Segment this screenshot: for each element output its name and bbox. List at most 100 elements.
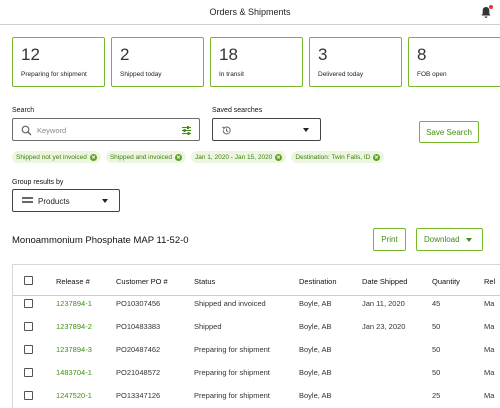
- download-button[interactable]: Download: [416, 228, 483, 251]
- search-input[interactable]: Keyword: [12, 118, 200, 141]
- summary-card-fob-open[interactable]: 8 FOB open: [408, 37, 500, 87]
- quantity: 50: [432, 322, 441, 331]
- group-by-value: Products: [38, 197, 70, 206]
- customer-po: PO20487462: [116, 345, 161, 354]
- remove-filter-icon[interactable]: [373, 153, 381, 161]
- destination: Boyle, AB: [299, 368, 332, 377]
- remove-filter-icon[interactable]: [89, 153, 97, 161]
- rel: Ma: [484, 345, 495, 354]
- card-count: 2: [120, 45, 130, 64]
- column-header[interactable]: Release #: [56, 277, 90, 286]
- top-bar: Orders & Shipments: [0, 0, 500, 25]
- filter-chip-label: Destination: Twin Falls, ID: [295, 153, 371, 161]
- quantity: 45: [432, 299, 441, 308]
- table-row[interactable]: 1483704-1 PO21048572 Preparing for shipm…: [13, 361, 500, 384]
- table-row[interactable]: 1237894-2 PO10483383 Shipped Boyle, AB J…: [13, 315, 500, 338]
- customer-po: PO10307456: [116, 299, 161, 308]
- column-header[interactable]: Quantity: [432, 277, 460, 286]
- select-all-checkbox[interactable]: [24, 276, 33, 285]
- card-count: 12: [21, 45, 40, 64]
- status: Shipped and invoiced: [194, 299, 266, 308]
- card-count: 3: [318, 45, 328, 64]
- search-label: Search: [12, 107, 35, 114]
- column-header[interactable]: Customer PO #: [116, 277, 168, 286]
- release-link[interactable]: 1237894-1: [56, 299, 92, 308]
- filter-chip-label: Shipped not yet invoiced: [16, 153, 87, 161]
- active-filters: Shipped not yet invoiced Shipped and inv…: [12, 151, 385, 163]
- product-title: Monoammonium Phosphate MAP 11-52-0: [12, 235, 189, 246]
- filter-chip[interactable]: Jan 1, 2020 - Jan 15, 2020: [191, 151, 287, 163]
- quantity: 25: [432, 391, 441, 400]
- summary-card-in-transit[interactable]: 18 In transit: [210, 37, 303, 87]
- remove-filter-icon[interactable]: [275, 153, 283, 161]
- chevron-down-icon: [303, 128, 309, 132]
- notifications-bell-icon[interactable]: [480, 5, 493, 19]
- filter-chip[interactable]: Shipped and invoiced: [105, 151, 186, 163]
- card-label: In transit: [219, 71, 244, 78]
- rel: Ma: [484, 322, 495, 331]
- column-header[interactable]: Rel: [484, 277, 495, 286]
- list-icon: [22, 197, 33, 206]
- search-icon: [21, 125, 32, 136]
- chevron-down-icon: [102, 199, 108, 203]
- table-row[interactable]: 1247520-1 PO13347126 Preparing for shipm…: [13, 384, 500, 407]
- table-row[interactable]: 1237894-1 PO10307456 Shipped and invoice…: [13, 292, 500, 315]
- filter-chip[interactable]: Destination: Twin Falls, ID: [291, 151, 385, 163]
- rel: Ma: [484, 391, 495, 400]
- card-count: 8: [417, 45, 427, 64]
- customer-po: PO10483383: [116, 322, 161, 331]
- shipments-table: Release # Customer PO # Status Destinati…: [12, 264, 500, 408]
- notification-badge: [489, 5, 493, 9]
- destination: Boyle, AB: [299, 391, 332, 400]
- filter-chip[interactable]: Shipped not yet invoiced: [12, 151, 101, 163]
- remove-filter-icon[interactable]: [175, 153, 182, 161]
- column-header[interactable]: Destination: [299, 277, 337, 286]
- summary-card-preparing[interactable]: 12 Preparing for shipment: [12, 37, 105, 87]
- card-label: Shipped today: [120, 71, 162, 78]
- row-checkbox[interactable]: [24, 345, 33, 354]
- row-checkbox[interactable]: [24, 322, 33, 331]
- chevron-down-icon: [466, 238, 472, 242]
- status: Preparing for shipment: [194, 345, 270, 354]
- save-search-button[interactable]: Save Search: [419, 121, 479, 143]
- column-header[interactable]: Date Shipped: [362, 277, 407, 286]
- summary-card-delivered-today[interactable]: 3 Delivered today: [309, 37, 402, 87]
- destination: Boyle, AB: [299, 322, 332, 331]
- page-title: Orders & Shipments: [209, 7, 291, 17]
- release-link[interactable]: 1247520-1: [56, 391, 92, 400]
- filter-chip-label: Jan 1, 2020 - Jan 15, 2020: [195, 153, 273, 161]
- row-checkbox[interactable]: [24, 391, 33, 400]
- destination: Boyle, AB: [299, 345, 332, 354]
- card-label: Preparing for shipment: [21, 71, 87, 78]
- print-button[interactable]: Print: [373, 228, 406, 251]
- date-shipped: Jan 11, 2020: [362, 299, 405, 308]
- row-checkbox[interactable]: [24, 368, 33, 377]
- customer-po: PO13347126: [116, 391, 161, 400]
- filter-sliders-icon[interactable]: [181, 125, 192, 136]
- rel: Ma: [484, 368, 495, 377]
- release-link[interactable]: 1237894-3: [56, 345, 92, 354]
- filter-chip-label: Shipped and invoiced: [109, 153, 172, 161]
- date-shipped: Jan 23, 2020: [362, 322, 406, 331]
- quantity: 50: [432, 345, 441, 354]
- row-checkbox[interactable]: [24, 299, 33, 308]
- summary-card-shipped-today[interactable]: 2 Shipped today: [111, 37, 204, 87]
- search-placeholder: Keyword: [37, 126, 67, 135]
- history-icon: [222, 126, 231, 135]
- download-label: Download: [424, 235, 460, 244]
- destination: Boyle, AB: [299, 299, 332, 308]
- saved-searches-select[interactable]: [212, 118, 321, 141]
- column-header[interactable]: Status: [194, 277, 215, 286]
- status: Shipped: [194, 322, 222, 331]
- group-by-label: Group results by: [12, 179, 64, 186]
- rel: Ma: [484, 299, 495, 308]
- card-label: FOB open: [417, 71, 447, 78]
- release-link[interactable]: 1237894-2: [56, 322, 92, 331]
- card-label: Delivered today: [318, 71, 364, 78]
- release-link[interactable]: 1483704-1: [56, 368, 92, 377]
- quantity: 50: [432, 368, 441, 377]
- summary-cards: 12 Preparing for shipment 2 Shipped toda…: [12, 37, 500, 87]
- group-by-select[interactable]: Products: [12, 189, 120, 212]
- table-row[interactable]: 1237894-3 PO20487462 Preparing for shipm…: [13, 338, 500, 361]
- card-count: 18: [219, 45, 238, 64]
